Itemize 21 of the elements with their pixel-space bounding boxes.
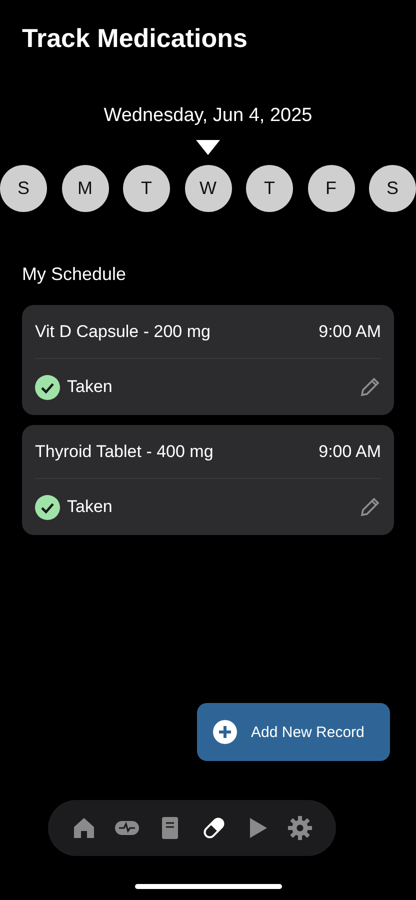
plus-icon <box>213 720 237 744</box>
day-button[interactable]: M <box>62 165 108 212</box>
medication-name: Vit D Capsule - 200 mg <box>35 322 210 342</box>
date-label: Wednesday, Jun 4, 2025 <box>102 104 314 128</box>
status-label: Taken <box>67 377 112 397</box>
settings-tab-icon[interactable] <box>287 815 314 841</box>
day-button[interactable]: T <box>123 165 170 212</box>
dose-time: 9:00 AM <box>318 442 381 462</box>
section-title: My Schedule <box>22 263 128 286</box>
edit-icon[interactable] <box>359 376 381 398</box>
page-title: Track Medications <box>22 22 248 54</box>
day-button[interactable]: T <box>246 165 293 212</box>
day-button[interactable]: S <box>0 165 47 212</box>
day-button[interactable]: W <box>184 165 232 212</box>
edit-icon[interactable] <box>359 496 381 518</box>
add-record-button[interactable]: Add New Record <box>197 703 390 761</box>
status-label: Taken <box>67 497 112 517</box>
day-button[interactable]: F <box>308 165 354 212</box>
day-button[interactable]: S <box>369 165 416 212</box>
medication-name: Thyroid Tablet - 400 mg <box>35 442 214 462</box>
dose-time: 9:00 AM <box>318 322 381 342</box>
